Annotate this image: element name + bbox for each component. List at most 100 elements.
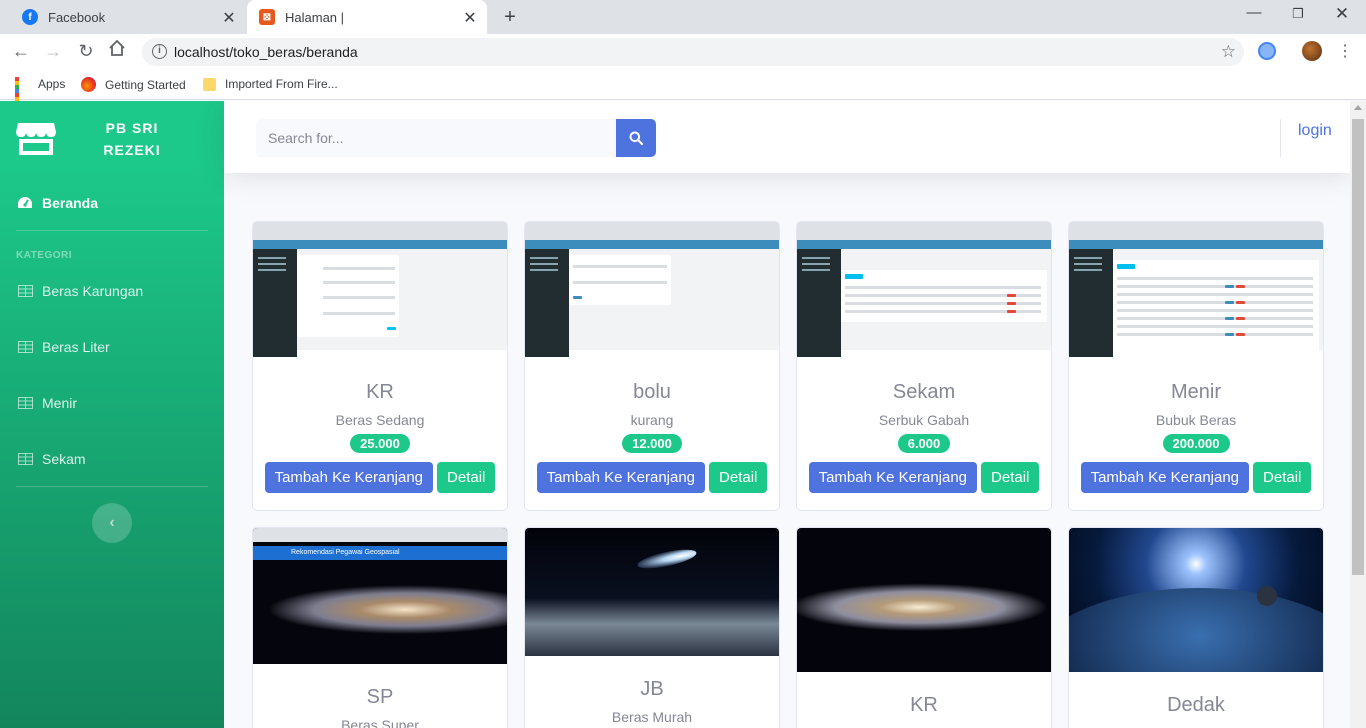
sidebar-item-label: Beranda [42, 195, 99, 211]
add-to-cart-button[interactable]: Tambah Ke Keranjang [1080, 462, 1250, 493]
price-badge: 200.000 [1162, 434, 1230, 453]
window-close-icon[interactable]: ✕ [1332, 4, 1352, 24]
reload-icon[interactable]: ↻ [75, 41, 97, 62]
product-title: bolu [633, 381, 671, 403]
store-icon [16, 123, 56, 155]
scrollbar-thumb[interactable] [1352, 119, 1364, 575]
search-input[interactable] [256, 119, 616, 157]
bookmark-star-icon[interactable]: ☆ [1221, 42, 1236, 62]
detail-button[interactable]: Detail [437, 462, 496, 493]
product-image[interactable] [525, 528, 779, 656]
sidebar-item-label: Menir [42, 395, 78, 411]
detail-button[interactable]: Detail [981, 462, 1040, 493]
table-icon [16, 396, 34, 410]
product-card: Rekomendasi Pegawai Geospasial SP Beras … [252, 527, 508, 728]
scroll-up-icon[interactable] [1354, 105, 1362, 110]
bookmarks-bar: Apps Getting Started Imported From Fire.… [0, 70, 1366, 113]
new-tab-button[interactable]: + [499, 6, 521, 29]
detail-button[interactable]: Detail [709, 462, 768, 493]
product-title: Sekam [892, 381, 956, 403]
menu-kebab-icon[interactable]: ⋮ [1334, 41, 1356, 61]
sidebar-divider [16, 230, 208, 231]
detail-button[interactable]: Detail [1253, 462, 1312, 493]
product-image[interactable] [797, 528, 1051, 672]
product-title: JB [640, 678, 664, 700]
product-subtitle: kurang [630, 412, 674, 428]
bookmark-getting-started[interactable]: Getting Started [81, 77, 186, 92]
sidebar-brand[interactable]: PB SRI REZEKI [0, 101, 224, 201]
browser-tabbar: f Facebook ✕ ⊠ Halaman | ✕ + — ❐ ✕ [0, 0, 1366, 34]
product-title: KR [910, 694, 938, 716]
product-image[interactable] [1069, 528, 1323, 672]
home-icon[interactable] [106, 39, 128, 62]
close-icon[interactable]: ✕ [220, 8, 238, 28]
tab-facebook[interactable]: f Facebook ✕ [8, 0, 246, 34]
page: PB SRI REZEKI Beranda KATEGORI Beras Kar… [0, 101, 1366, 728]
sidebar-item-menir[interactable]: Menir [16, 391, 216, 415]
sidebar: PB SRI REZEKI Beranda KATEGORI Beras Kar… [0, 101, 224, 728]
dashboard-icon [16, 196, 34, 210]
product-subtitle: Beras Super [341, 717, 419, 728]
table-icon [16, 340, 34, 354]
price-badge: 6.000 [897, 434, 951, 453]
topbar: login [224, 101, 1350, 173]
product-title: Menir [1170, 381, 1221, 403]
sidebar-item-label: Beras Liter [42, 339, 110, 355]
product-title: Dedak [1167, 694, 1225, 716]
bookmark-label: Getting Started [105, 77, 186, 92]
back-icon[interactable]: ← [10, 41, 32, 62]
sidebar-item-beras-karungan[interactable]: Beras Karungan [16, 279, 216, 303]
price-badge: 12.000 [622, 434, 682, 453]
bookmark-label: Imported From Fire... [225, 77, 338, 91]
sidebar-item-sekam[interactable]: Sekam [16, 447, 216, 471]
product-image[interactable] [525, 222, 779, 357]
sidebar-item-beras-liter[interactable]: Beras Liter [16, 335, 216, 359]
sidebar-toggle-button[interactable]: ‹ [92, 503, 132, 543]
product-subtitle: Serbuk Gabah [878, 412, 970, 428]
product-image[interactable] [1069, 222, 1323, 357]
folder-icon [203, 77, 216, 91]
profile-avatar[interactable] [1302, 41, 1322, 61]
add-to-cart-button[interactable]: Tambah Ke Keranjang [264, 462, 434, 493]
product-image[interactable] [253, 222, 507, 357]
address-bar[interactable]: i localhost/toko_beras/beranda ☆ [142, 38, 1244, 66]
product-image[interactable]: Rekomendasi Pegawai Geospasial [253, 528, 507, 664]
product-card: Sekam Serbuk Gabah 6.000 Tambah Ke Keran… [796, 221, 1052, 511]
close-icon[interactable]: ✕ [461, 8, 479, 28]
extension-icon[interactable] [1258, 42, 1276, 60]
product-subtitle: Bubuk Beras [1155, 412, 1237, 428]
page-scrollbar[interactable] [1350, 101, 1366, 728]
banner-text: Rekomendasi Pegawai Geospasial [253, 546, 507, 560]
bookmark-apps[interactable]: Apps [15, 77, 66, 113]
bookmark-imported-folder[interactable]: Imported From Fire... [203, 77, 338, 91]
url-text: localhost/toko_beras/beranda [174, 44, 358, 60]
browser-toolbar: ← → ↻ i localhost/toko_beras/beranda ☆ ⋮ [0, 34, 1366, 70]
search-icon [629, 131, 643, 145]
info-icon[interactable]: i [152, 44, 167, 59]
product-card: Dedak [1068, 527, 1324, 728]
tab-title: Facebook [48, 9, 106, 25]
forward-icon[interactable]: → [42, 41, 64, 62]
tab-halaman[interactable]: ⊠ Halaman | ✕ [247, 0, 487, 34]
product-subtitle: Beras Murah [611, 709, 693, 725]
restore-icon[interactable]: ❐ [1288, 6, 1308, 22]
product-title: SP [366, 686, 394, 708]
bookmark-label: Apps [38, 77, 66, 91]
product-title: KR [366, 381, 394, 403]
product-card: JB Beras Murah [524, 527, 780, 728]
search-button[interactable] [616, 119, 656, 157]
xampp-icon: ⊠ [259, 9, 275, 25]
sidebar-item-label: Sekam [42, 451, 86, 467]
product-card: Menir Bubuk Beras 200.000 Tambah Ke Kera… [1068, 221, 1324, 511]
login-link[interactable]: login [1298, 122, 1332, 140]
product-image[interactable] [797, 222, 1051, 357]
add-to-cart-button[interactable]: Tambah Ke Keranjang [808, 462, 978, 493]
minimize-icon[interactable]: — [1244, 4, 1264, 21]
sidebar-item-beranda[interactable]: Beranda [16, 191, 216, 215]
price-badge: 25.000 [350, 434, 410, 453]
product-card: KR Beras Sedang 25.000 Tambah Ke Keranja… [252, 221, 508, 511]
table-icon [16, 452, 34, 466]
add-to-cart-button[interactable]: Tambah Ke Keranjang [536, 462, 706, 493]
sidebar-heading: KATEGORI [16, 250, 73, 261]
topbar-divider [1280, 119, 1281, 157]
